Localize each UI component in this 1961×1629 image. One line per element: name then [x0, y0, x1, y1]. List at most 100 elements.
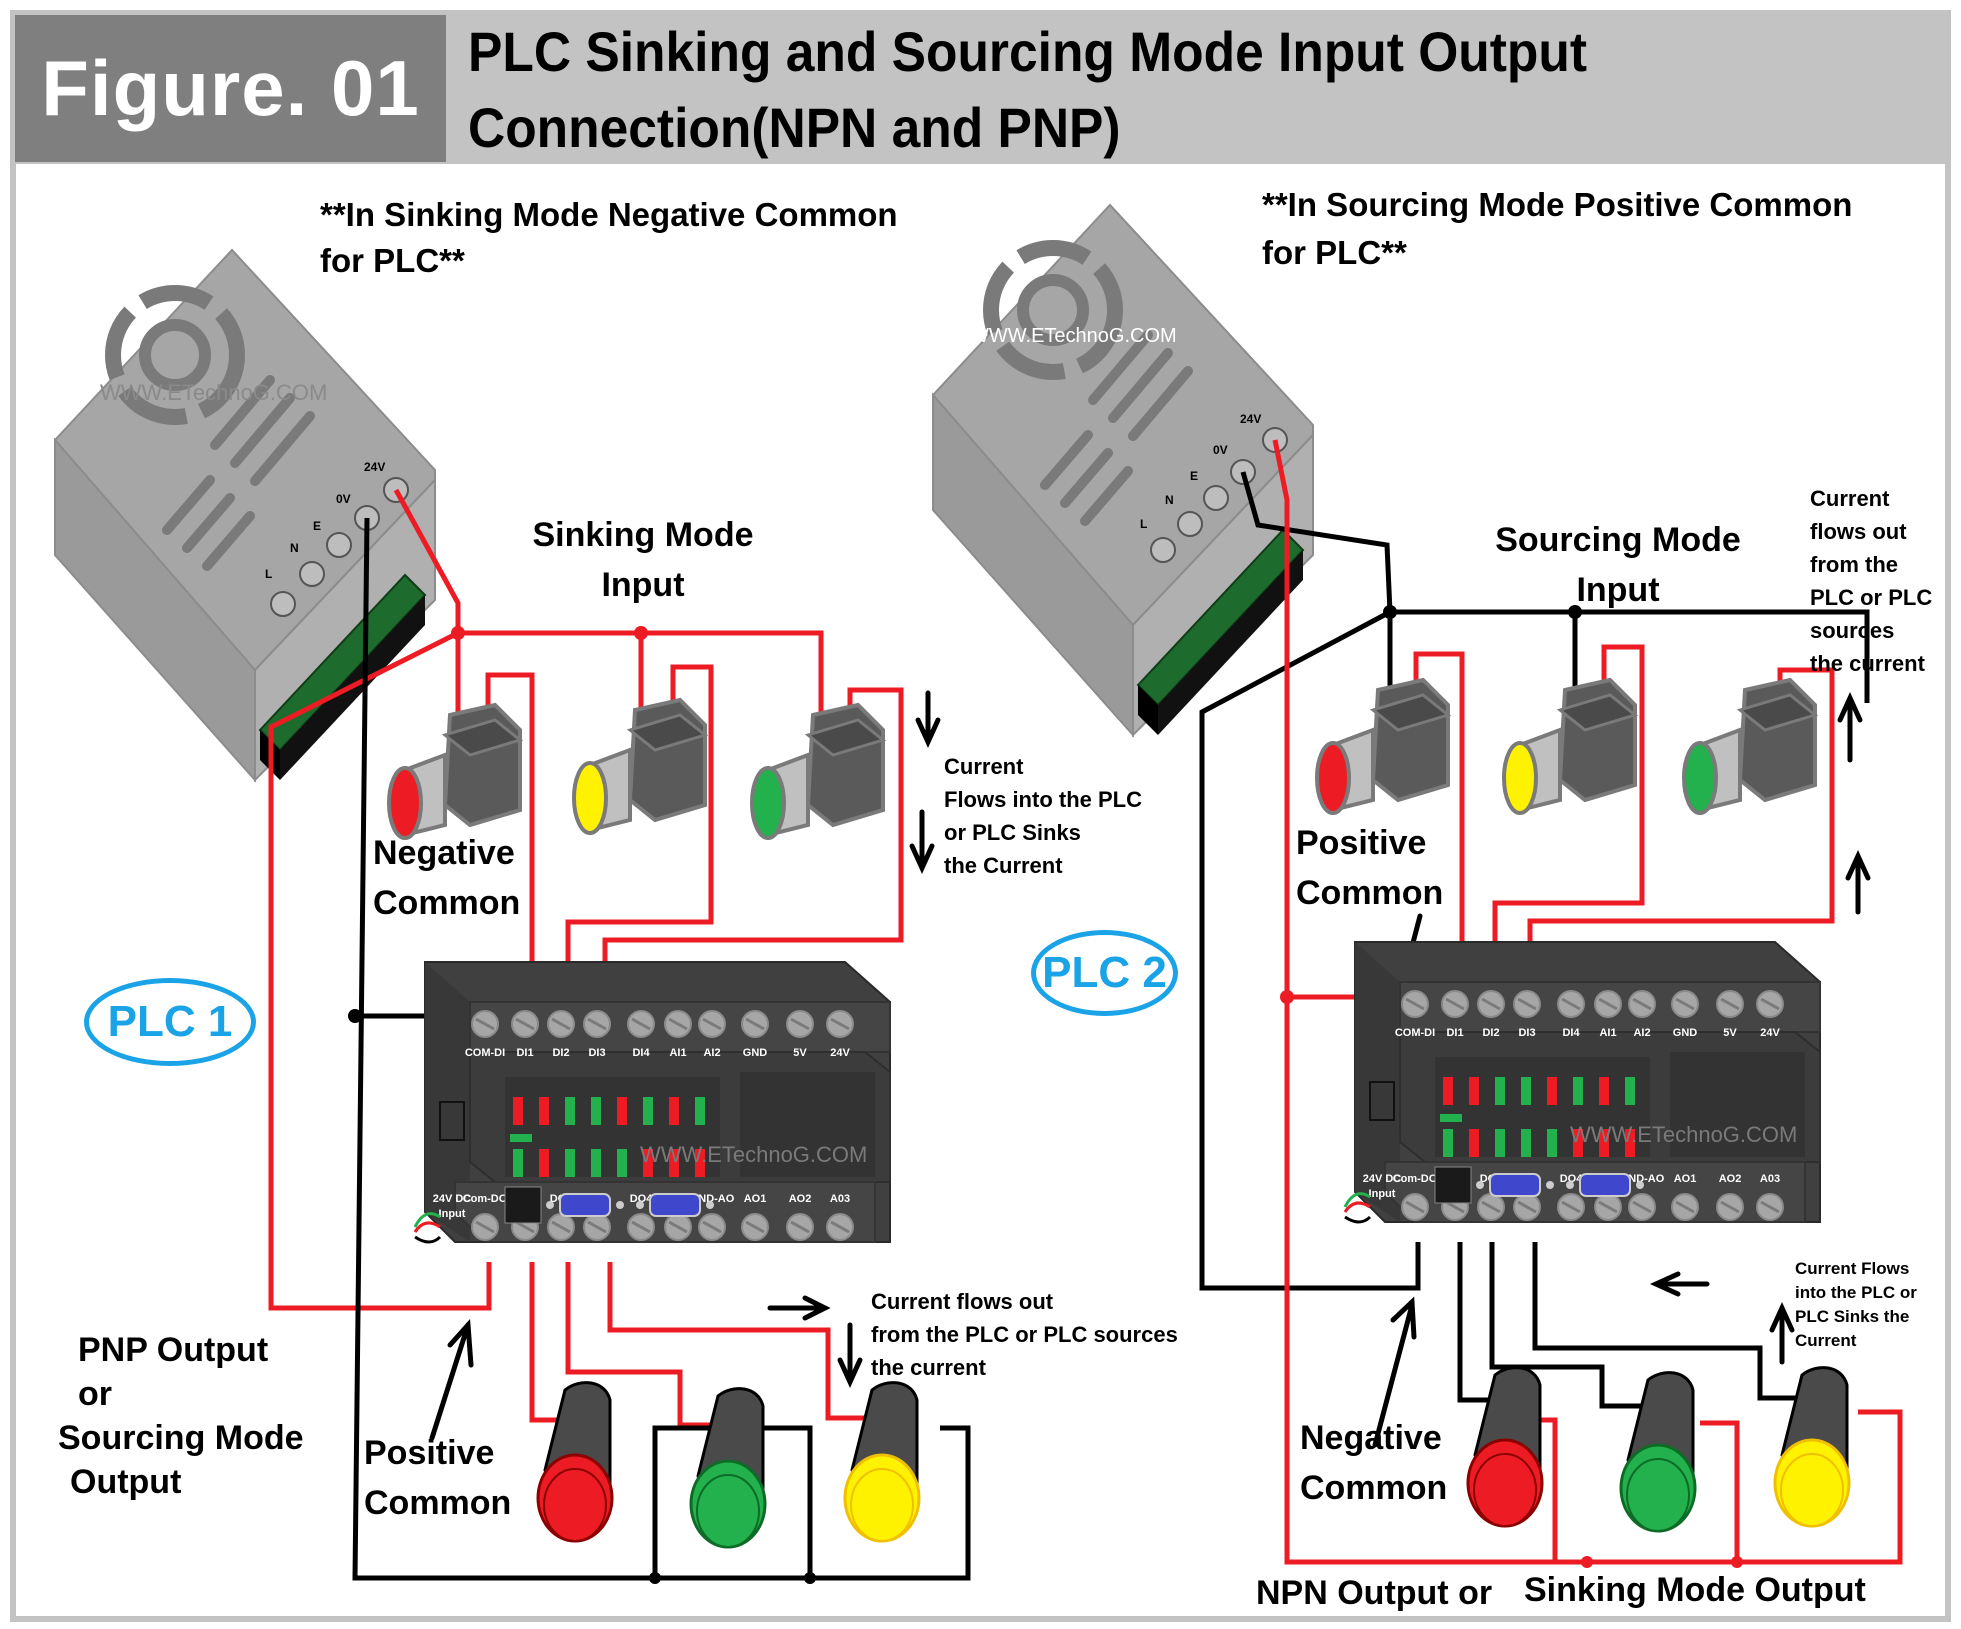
plc-2-terminal-label: DI3 — [1518, 1027, 1535, 1039]
right-positive-common-line-1: Positive — [1296, 824, 1427, 862]
left-negative-common-label: Negative Common — [373, 828, 520, 928]
plc-1-led — [591, 1097, 601, 1125]
left-positive-common-line-2: Common — [364, 1484, 512, 1522]
psu-left-terminal-E: E — [313, 519, 321, 533]
plc-2-terminal-label: DI4 — [1562, 1027, 1580, 1039]
pnp-output-line-1: PNP Output — [78, 1331, 269, 1369]
right-mode-note-line-2: for PLC** — [1262, 234, 1407, 271]
plc-1-label-text: PLC 1 — [107, 997, 233, 1046]
sinking-input-title-line-2: Input — [601, 566, 685, 604]
plc-2-serial-port-icon — [1579, 1173, 1631, 1197]
plc-1-led — [513, 1149, 523, 1177]
plc-1-led — [695, 1097, 705, 1125]
sensor-green-right — [1682, 678, 1817, 815]
plc-2-led — [1521, 1077, 1531, 1105]
plc-1-led — [617, 1097, 627, 1125]
left-current-in-line-1: Current — [944, 754, 1024, 779]
right-mode-note-line-1: **In Sourcing Mode Positive Common — [1262, 186, 1853, 223]
pnp-output-line-3: Sourcing Mode — [58, 1419, 304, 1457]
plc-2-terminal-label: 24V — [1760, 1027, 1780, 1039]
npn-output-label-part-1: NPN Output or — [1256, 1574, 1493, 1612]
plc-1-led — [565, 1097, 575, 1125]
plc-1-led — [591, 1149, 601, 1177]
left-mode-note: **In Sinking Mode Negative Common for PL… — [320, 192, 898, 284]
plc-2-led — [1599, 1077, 1609, 1105]
left-positive-common-line-1: Positive — [364, 1434, 495, 1472]
psu-left-terminal-L: L — [265, 567, 272, 581]
left-negative-common-line-2: Common — [373, 884, 521, 922]
sourcing-input-title: Sourcing Mode Input — [1488, 515, 1748, 615]
right-current-out-line-5: sources — [1810, 618, 1895, 643]
plc-1-terminal-label: GND — [743, 1047, 768, 1059]
psu-right-terminal-24V: 24V — [1240, 412, 1261, 426]
plc-2-led — [1443, 1077, 1453, 1105]
plc-1-terminal-label: DI3 — [588, 1047, 605, 1059]
plc-2-watermark: WWW.ETechnoG.COM — [1570, 1122, 1797, 1147]
plc-2-led — [1495, 1077, 1505, 1105]
left-positive-common-label: Positive Common — [364, 1428, 511, 1528]
psu-right-terminal-L: L — [1140, 517, 1147, 531]
plc-1-terminal-label: AI1 — [669, 1047, 686, 1059]
plc-2-power-label: Input — [1369, 1188, 1396, 1200]
left-negative-common-line-1: Negative — [373, 834, 515, 872]
plc-1-terminal-label: DI2 — [552, 1047, 569, 1059]
psu-right-terminal-E: E — [1190, 469, 1198, 483]
plc-1-led — [539, 1149, 549, 1177]
power-supply-right — [933, 205, 1313, 735]
right-negative-common-label: Negative Common — [1300, 1413, 1447, 1513]
right-current-out-line-6: the current — [1810, 651, 1925, 676]
psu-right-watermark: WWW.ETechnoG.COM — [970, 325, 1177, 347]
right-current-out-note: Current flows out from the PLC or PLC so… — [1810, 482, 1932, 680]
left-current-in-note: Current Flows into the PLC or PLC Sinks … — [944, 750, 1142, 882]
plc-1-led-bar — [510, 1134, 532, 1142]
sensor-green-left — [750, 703, 885, 840]
psu-right-terminal-0V: 0V — [1213, 443, 1228, 457]
sensor-red-right — [1315, 678, 1450, 815]
lamp-yellow-right — [1773, 1366, 1851, 1528]
plc-1-terminal-label: A03 — [830, 1193, 850, 1205]
plc-1-label: PLC 1 — [84, 978, 256, 1066]
lamp-yellow-left — [843, 1381, 921, 1543]
plc-2-led — [1469, 1129, 1479, 1157]
plc-1-terminal-label: AI2 — [703, 1047, 720, 1059]
plc-2-terminal-label: AI1 — [1599, 1027, 1616, 1039]
plc-1-serial-port-icon — [649, 1193, 701, 1217]
lamp-green-right — [1619, 1371, 1697, 1533]
plc-1-led — [617, 1149, 627, 1177]
lamp-red-right — [1466, 1366, 1544, 1528]
right-negative-common-line-2: Common — [1300, 1469, 1448, 1507]
sourcing-input-title-line-1: Sourcing Mode — [1495, 521, 1741, 559]
right-current-out-line-1: Current — [1810, 486, 1890, 511]
plc-1-terminal-label: DI4 — [632, 1047, 650, 1059]
plc-2-power-label: 24V DC — [1363, 1173, 1402, 1185]
sensor-red-left — [387, 703, 522, 840]
right-current-in-line-3: PLC Sinks the — [1795, 1307, 1910, 1326]
plc-1-power-label: 24V DC — [433, 1193, 472, 1205]
plc-1-terminal-label: COM-DI — [465, 1047, 505, 1059]
plc-2-led — [1625, 1077, 1635, 1105]
plc-1-ethernet-port-icon — [504, 1186, 542, 1224]
right-current-in-line-1: Current Flows — [1795, 1259, 1910, 1278]
sinking-input-title-line-1: Sinking Mode — [532, 516, 754, 554]
left-current-in-line-4: the Current — [944, 853, 1063, 878]
pnp-output-line-4: Output — [70, 1463, 182, 1501]
plc-1-terminal-label: AO1 — [744, 1193, 767, 1205]
right-current-out-line-3: from the — [1810, 552, 1898, 577]
plc-2-led — [1573, 1077, 1583, 1105]
left-current-out-line-3: the current — [871, 1355, 986, 1380]
right-positive-common-line-2: Common — [1296, 874, 1444, 912]
psu-left-terminal-24V: 24V — [364, 460, 385, 474]
left-current-in-line-2: Flows into the PLC — [944, 787, 1142, 812]
plc-2-terminal-label: DI2 — [1482, 1027, 1499, 1039]
plc-2-led — [1521, 1129, 1531, 1157]
plc-1-serial-port-icon — [559, 1193, 611, 1217]
plc-2-terminal-label: A03 — [1760, 1173, 1780, 1185]
plc-1-watermark: WWW.ETechnoG.COM — [640, 1142, 867, 1167]
sensor-yellow-right — [1502, 678, 1637, 815]
plc-2-led-bar — [1440, 1114, 1462, 1122]
plc-2-label: PLC 2 — [1031, 930, 1178, 1016]
plc-1-led — [513, 1097, 523, 1125]
plc-2-ethernet-port-icon — [1434, 1166, 1472, 1204]
plc-2-terminal-label: AI2 — [1633, 1027, 1650, 1039]
right-mode-note: **In Sourcing Mode Positive Common for P… — [1262, 181, 1852, 277]
